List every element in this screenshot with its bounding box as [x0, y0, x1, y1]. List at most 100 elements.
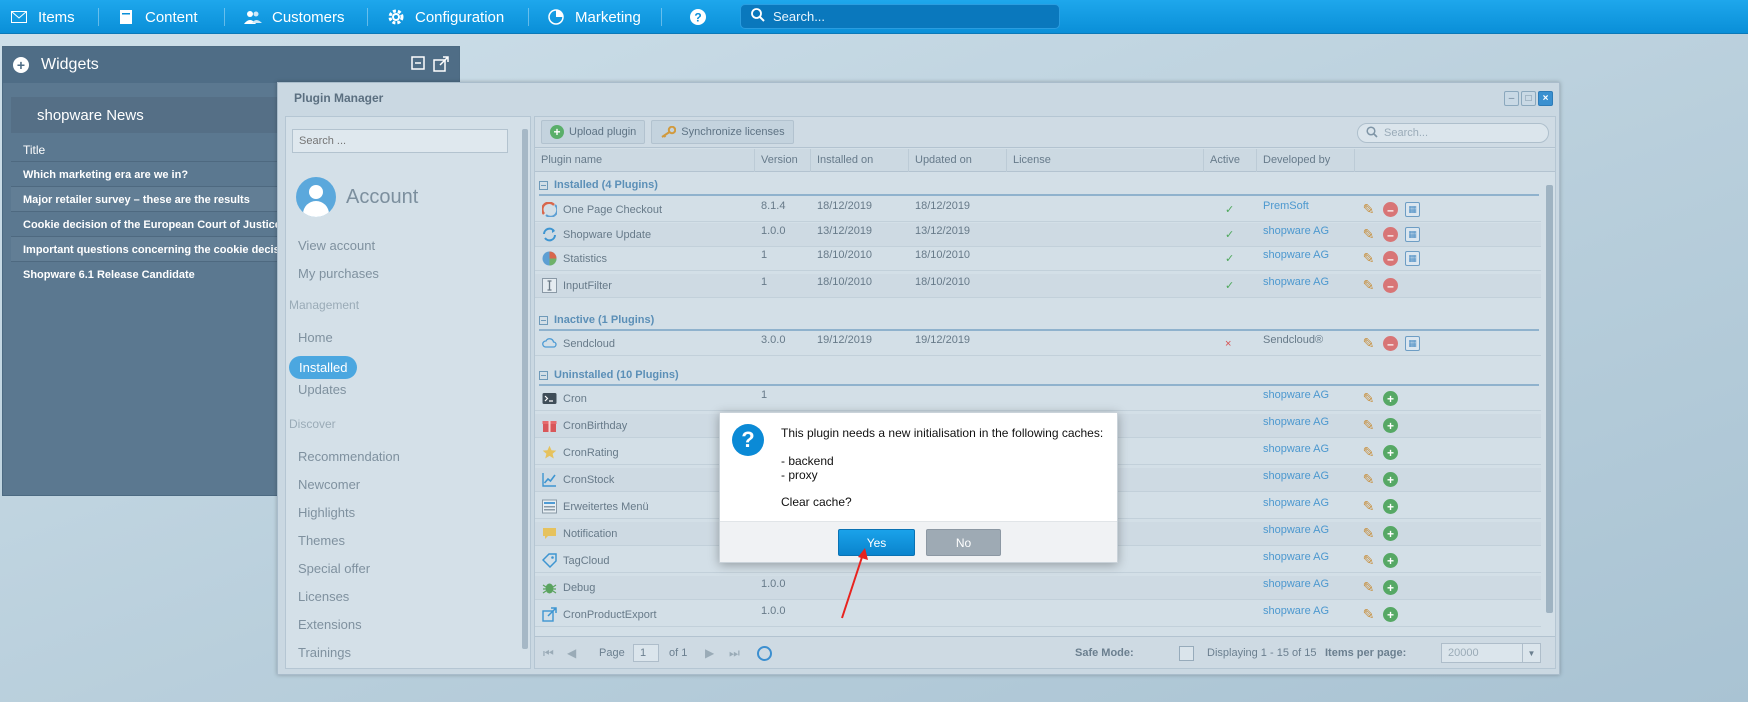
column-installed-on[interactable]: Installed on — [811, 149, 909, 172]
close-window-button[interactable]: × — [1538, 91, 1553, 106]
news-item[interactable]: Cookie decision of the European Court of… — [11, 211, 311, 236]
minimize-window-button[interactable]: – — [1504, 91, 1519, 106]
last-page-icon[interactable]: ⏭ — [729, 646, 740, 661]
edit-icon[interactable]: ✎ — [1361, 471, 1376, 487]
no-button[interactable]: No — [926, 529, 1001, 556]
table-row[interactable]: Sendcloud 3.0.0 19/12/2019 19/12/2019 × … — [535, 332, 1541, 356]
column-plugin-name[interactable]: Plugin name — [535, 149, 755, 172]
nav-configuration[interactable]: Configuration — [387, 0, 504, 34]
developer-link[interactable]: shopware AG — [1263, 441, 1329, 465]
nav-items[interactable]: Items — [10, 0, 75, 34]
developer-link[interactable]: shopware AG — [1263, 414, 1329, 438]
remove-icon[interactable]: – — [1383, 202, 1398, 217]
developer-link[interactable]: shopware AG — [1263, 274, 1329, 298]
developer-link[interactable]: shopware AG — [1263, 468, 1329, 492]
sidebar-item-recommendation[interactable]: Recommendation — [298, 449, 400, 464]
sidebar-item-extensions[interactable]: Extensions — [298, 617, 362, 632]
edit-icon[interactable]: ✎ — [1361, 579, 1376, 595]
grid-search[interactable] — [1357, 123, 1549, 143]
sidebar-item-highlights[interactable]: Highlights — [298, 505, 355, 520]
developer-link[interactable]: PremSoft — [1263, 198, 1309, 222]
news-item[interactable]: Shopware 6.1 Release Candidate — [11, 261, 311, 286]
table-row[interactable]: One Page Checkout 8.1.4 18/12/2019 18/12… — [535, 198, 1541, 222]
global-search[interactable] — [740, 4, 1060, 29]
group-inactive[interactable]: Inactive (1 Plugins) — [539, 311, 1539, 331]
install-icon[interactable]: + — [1383, 526, 1398, 541]
sidebar-item-special-offer[interactable]: Special offer — [298, 561, 370, 576]
table-row[interactable]: Shopware Update 1.0.0 13/12/2019 13/12/2… — [535, 223, 1541, 247]
sidebar-item-home[interactable]: Home — [298, 330, 333, 345]
store-icon[interactable]: ▦ — [1405, 336, 1420, 351]
page-number-input[interactable] — [633, 644, 659, 662]
store-icon[interactable]: ▦ — [1405, 227, 1420, 242]
sidebar-item-my-purchases[interactable]: My purchases — [298, 266, 379, 281]
developer-link[interactable]: shopware AG — [1263, 522, 1329, 546]
edit-icon[interactable]: ✎ — [1361, 417, 1376, 433]
sidebar-search-input[interactable] — [299, 130, 499, 152]
sidebar-search[interactable] — [292, 129, 508, 153]
edit-icon[interactable]: ✎ — [1361, 525, 1376, 541]
remove-icon[interactable]: – — [1383, 278, 1398, 293]
developer-link[interactable]: shopware AG — [1263, 603, 1329, 627]
sidebar-item-trainings[interactable]: Trainings — [298, 645, 351, 660]
safe-mode-checkbox[interactable] — [1179, 645, 1194, 661]
minimize-icon[interactable] — [411, 56, 425, 75]
install-icon[interactable]: + — [1383, 472, 1398, 487]
group-uninstalled[interactable]: Uninstalled (10 Plugins) — [539, 366, 1539, 386]
table-row[interactable]: Cron 1 shopware AG ✎ + — [535, 387, 1541, 411]
table-row[interactable]: Statistics 1 18/10/2010 18/10/2010 ✓ sho… — [535, 247, 1541, 271]
sidebar-item-installed[interactable]: Installed — [289, 356, 357, 379]
table-row[interactable]: CronProductExport 1.0.0 shopware AG ✎ + — [535, 603, 1541, 627]
sidebar-item-view-account[interactable]: View account — [298, 238, 375, 253]
column-license[interactable]: License — [1007, 149, 1204, 172]
global-search-input[interactable] — [773, 9, 1043, 24]
previous-page-icon[interactable]: ◀ — [567, 646, 576, 660]
items-per-page-select[interactable]: 20000 ▼ — [1441, 643, 1541, 663]
news-item[interactable]: Important questions concerning the cooki… — [11, 236, 311, 261]
developer-link[interactable]: shopware AG — [1263, 223, 1329, 247]
refresh-icon[interactable] — [757, 645, 772, 661]
external-link-icon[interactable] — [433, 56, 449, 75]
install-icon[interactable]: + — [1383, 553, 1398, 568]
remove-icon[interactable]: – — [1383, 227, 1398, 242]
synchronize-licenses-button[interactable]: Synchronize licenses — [651, 120, 794, 144]
column-developed-by[interactable]: Developed by — [1257, 149, 1355, 172]
grid-search-input[interactable] — [1384, 127, 1534, 139]
edit-icon[interactable]: ✎ — [1361, 226, 1376, 242]
table-row[interactable]: Debug 1.0.0 shopware AG ✎ + — [535, 576, 1541, 600]
group-installed[interactable]: Installed (4 Plugins) — [539, 176, 1539, 196]
table-row[interactable]: InputFilter 1 18/10/2010 18/10/2010 ✓ sh… — [535, 274, 1541, 298]
next-page-icon[interactable]: ▶ — [705, 646, 714, 660]
developer-link[interactable]: shopware AG — [1263, 576, 1329, 600]
help-button[interactable]: ? — [689, 0, 717, 34]
nav-content[interactable]: Content — [117, 0, 198, 34]
edit-icon[interactable]: ✎ — [1361, 250, 1376, 266]
news-item[interactable]: Which marketing era are we in? — [11, 161, 311, 186]
edit-icon[interactable]: ✎ — [1361, 498, 1376, 514]
sidebar-item-newcomer[interactable]: Newcomer — [298, 477, 360, 492]
remove-icon[interactable]: – — [1383, 251, 1398, 266]
sidebar-item-licenses[interactable]: Licenses — [298, 589, 349, 604]
remove-icon[interactable]: – — [1383, 336, 1398, 351]
upload-plugin-button[interactable]: + Upload plugin — [541, 120, 646, 144]
first-page-icon[interactable]: ⏮ — [543, 646, 554, 661]
edit-icon[interactable]: ✎ — [1361, 335, 1376, 351]
sidebar-item-updates[interactable]: Updates — [298, 382, 346, 397]
store-icon[interactable]: ▦ — [1405, 202, 1420, 217]
store-icon[interactable]: ▦ — [1405, 251, 1420, 266]
add-widget-icon[interactable]: + — [13, 57, 29, 73]
edit-icon[interactable]: ✎ — [1361, 606, 1376, 622]
edit-icon[interactable]: ✎ — [1361, 201, 1376, 217]
developer-link[interactable]: shopware AG — [1263, 549, 1329, 573]
grid-scrollbar[interactable] — [1544, 173, 1554, 619]
sidebar-item-themes[interactable]: Themes — [298, 533, 345, 548]
nav-marketing[interactable]: Marketing — [547, 0, 641, 34]
sidebar-scrollbar[interactable] — [521, 117, 529, 668]
developer-link[interactable]: shopware AG — [1263, 495, 1329, 519]
install-icon[interactable]: + — [1383, 499, 1398, 514]
install-icon[interactable]: + — [1383, 607, 1398, 622]
nav-customers[interactable]: Customers — [244, 0, 345, 34]
news-item[interactable]: Major retailer survey – these are the re… — [11, 186, 311, 211]
install-icon[interactable]: + — [1383, 418, 1398, 433]
install-icon[interactable]: + — [1383, 445, 1398, 460]
